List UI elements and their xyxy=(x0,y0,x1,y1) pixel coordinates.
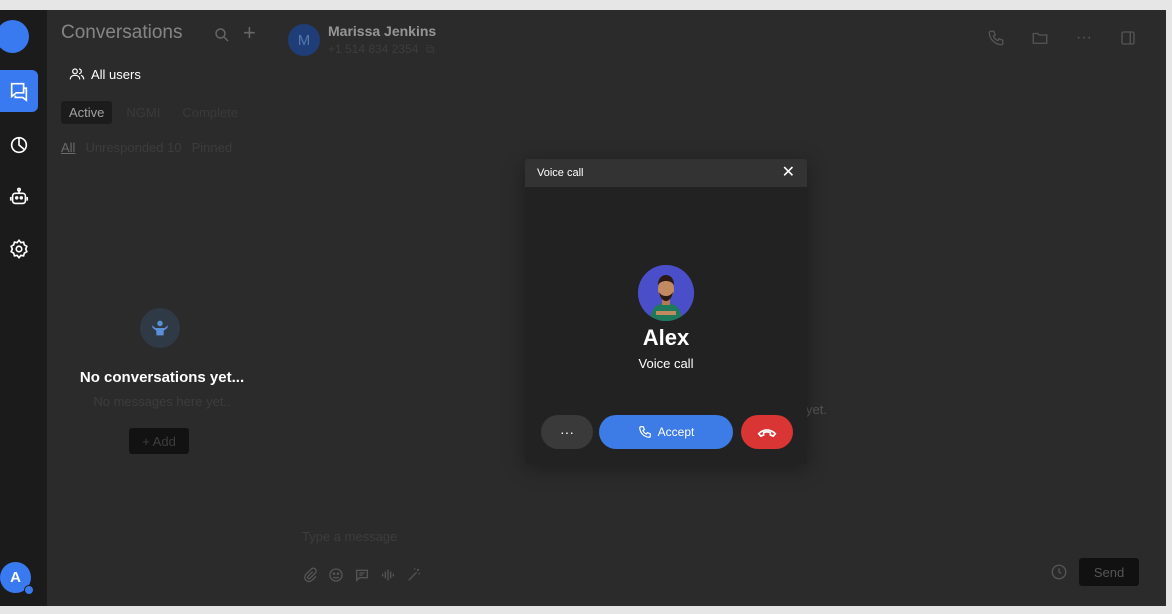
accept-call-button[interactable]: Accept xyxy=(599,415,733,449)
status-segments: Active NGMI Complete xyxy=(61,101,246,124)
contact-avatar[interactable]: M xyxy=(288,24,320,56)
magic-wand-icon[interactable] xyxy=(406,567,422,587)
hang-up-icon xyxy=(757,429,777,438)
pie-chart-icon xyxy=(10,136,28,154)
chat-toolbar: ··· xyxy=(986,28,1138,48)
modal-title: Voice call xyxy=(537,167,584,179)
new-conversation-button[interactable]: + xyxy=(243,22,256,44)
send-button[interactable]: Send xyxy=(1079,558,1139,586)
all-users-label: All users xyxy=(91,66,141,82)
nav-analytics-button[interactable] xyxy=(0,124,38,166)
voice-note-icon[interactable] xyxy=(380,567,396,587)
search-button[interactable] xyxy=(213,26,231,49)
schedule-button[interactable] xyxy=(1050,563,1068,586)
search-icon xyxy=(215,28,229,42)
caller-photo xyxy=(638,265,694,321)
composer-tools xyxy=(302,567,422,587)
conversations-title: Conversations xyxy=(61,22,183,43)
nav-bot-button[interactable] xyxy=(0,176,38,218)
more-options-button[interactable]: ··· xyxy=(1074,28,1094,48)
chat-bubbles-icon xyxy=(10,82,28,102)
empty-state-title: No conversations yet... xyxy=(79,369,245,386)
contact-name: Marissa Jenkins xyxy=(328,23,437,39)
call-more-button[interactable]: ··· xyxy=(541,415,593,449)
caller-avatar xyxy=(638,265,694,321)
robot-icon xyxy=(9,187,29,205)
contact-phone-number: +1 514 834 2354 xyxy=(328,42,419,56)
close-icon[interactable]: ✕ xyxy=(782,165,795,181)
attachment-icon[interactable] xyxy=(302,567,318,587)
segment-complete[interactable]: Complete xyxy=(174,101,246,124)
gear-icon xyxy=(10,238,28,260)
conversations-panel: Conversations + All users Active NGMI Co… xyxy=(47,10,277,606)
clock-icon xyxy=(1051,564,1067,580)
message-input[interactable]: Type a message xyxy=(302,529,397,544)
accept-label: Accept xyxy=(657,425,695,439)
conversation-filters: All Unresponded 10 Pinned xyxy=(61,140,232,155)
decline-call-button[interactable] xyxy=(741,415,793,449)
add-conversation-button[interactable]: + Add xyxy=(129,428,189,454)
files-button[interactable] xyxy=(1030,28,1050,48)
toggle-panel-button[interactable] xyxy=(1118,28,1138,48)
empty-state-icon xyxy=(140,308,180,348)
users-icon xyxy=(69,68,85,80)
person-shrug-icon xyxy=(151,320,169,336)
call-type-label: Voice call xyxy=(638,356,694,371)
ellipsis-icon: ··· xyxy=(1076,29,1092,46)
nav-conversations-button[interactable] xyxy=(0,70,38,112)
filter-pinned[interactable]: Pinned xyxy=(192,140,232,155)
phone-icon xyxy=(638,426,651,438)
app-window: A Conversations + All users Active NGMI … xyxy=(0,10,1166,606)
filter-unresponded[interactable]: Unresponded 10 xyxy=(85,140,181,155)
left-rail: A xyxy=(0,10,47,606)
folder-icon xyxy=(1032,32,1048,44)
modal-header: Voice call ✕ xyxy=(525,159,807,187)
segment-active[interactable]: Active xyxy=(61,101,113,124)
contact-phone: +1 514 834 2354 ⧉ xyxy=(328,42,434,57)
quick-reply-icon[interactable] xyxy=(354,567,370,587)
copy-icon[interactable]: ⧉ xyxy=(426,42,435,56)
chat-empty-text-fragment: yet. xyxy=(806,402,827,417)
online-status-dot xyxy=(24,585,34,595)
all-users-filter[interactable]: All users xyxy=(69,66,141,82)
nav-settings-button[interactable] xyxy=(0,228,38,270)
empty-state-subtitle: No messages here yet.. xyxy=(93,394,231,409)
phone-icon xyxy=(988,30,1004,46)
voice-call-modal: Voice call ✕ Alex Voice call ··· Accept xyxy=(525,159,807,464)
brand-logo[interactable] xyxy=(0,20,29,53)
plus-icon: + xyxy=(243,20,256,45)
side-panel-icon xyxy=(1121,31,1135,45)
ellipsis-icon: ··· xyxy=(560,424,574,440)
emoji-icon[interactable] xyxy=(328,567,344,587)
caller-name: Alex xyxy=(642,325,690,350)
segment-ngmi[interactable]: NGMI xyxy=(118,101,168,124)
filter-all[interactable]: All xyxy=(61,140,75,155)
call-button[interactable] xyxy=(986,28,1006,48)
